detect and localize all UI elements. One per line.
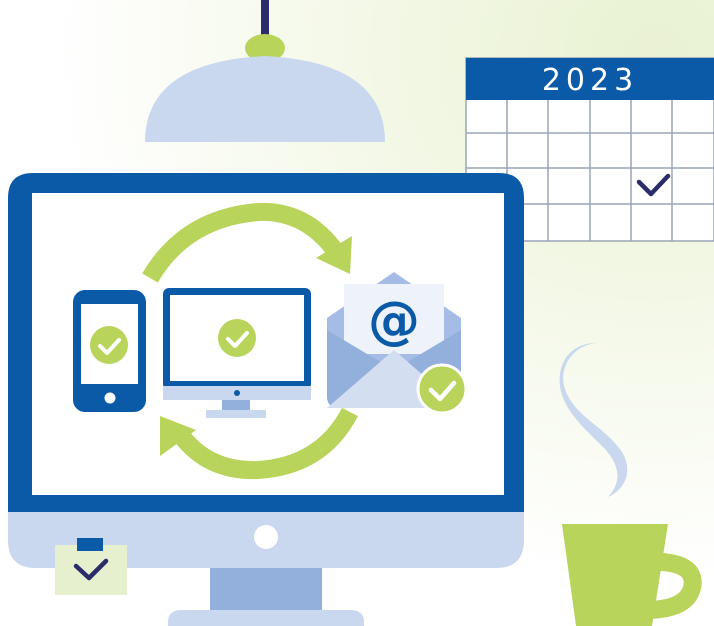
calendar-year: 2023: [542, 63, 638, 98]
smartphone-icon: [73, 290, 146, 412]
email-at-symbol: @: [368, 291, 420, 351]
monitor-power-button: [254, 525, 278, 549]
phone-check-icon: [90, 326, 128, 364]
email-check-icon: [416, 363, 468, 415]
monitor-base: [168, 610, 364, 626]
sticky-note-icon: [55, 538, 127, 595]
desktop-computer-icon: [163, 288, 311, 418]
sync-illustration: 2023 @: [0, 0, 714, 626]
desktop-check-icon: [218, 319, 256, 357]
